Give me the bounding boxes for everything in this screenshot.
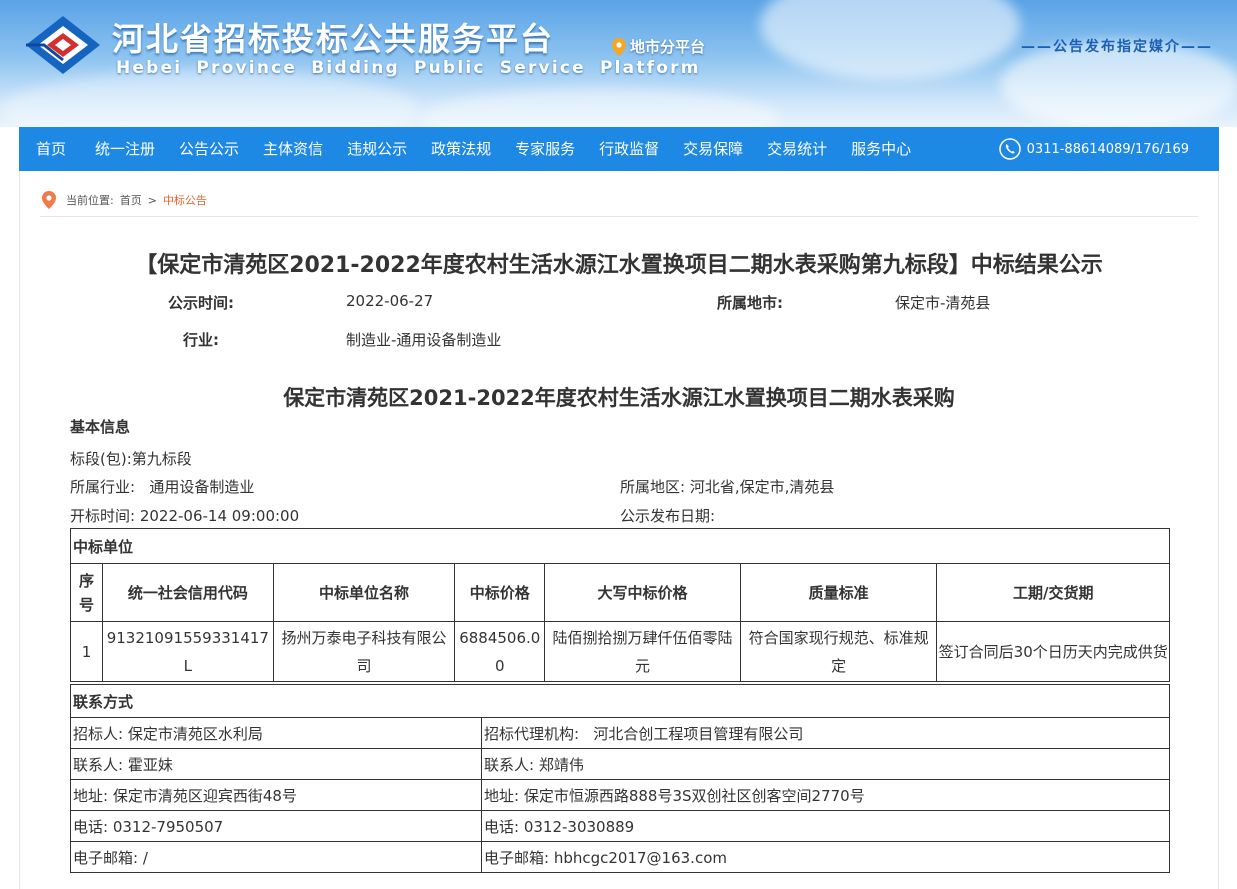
- city-platform-link[interactable]: 地市分平台: [612, 36, 705, 57]
- table-cell: 签订合同后30个日历天内完成供货: [936, 621, 1170, 682]
- region: 所属地市:: [717, 292, 783, 313]
- column-header: 序号: [69, 563, 104, 622]
- industry-value: 制造业-通用设备制造业: [346, 331, 502, 349]
- notice-title: 【保定市清苑区2021-2022年度农村生活水源江水置换项目二期水表采购第九标段…: [135, 253, 1103, 278]
- section-info: 标段(包):第九标段: [70, 450, 192, 468]
- table-cell: 招标代理机构: 河北合创工程项目管理有限公司: [481, 717, 1170, 749]
- location-pin-icon: [612, 37, 626, 56]
- contact-section-title: 联系方式: [70, 684, 1170, 718]
- media-slogan: ——公告发布指定媒介——: [1021, 39, 1213, 55]
- notice-content: 当前位置: 首页 > 中标公告 【保定市清苑区2021-2022年度农村生活水源…: [19, 171, 1219, 889]
- site-title-cn[interactable]: 河北省招标投标公共服务平台: [112, 14, 554, 60]
- table-cell: 1: [69, 621, 104, 682]
- region-label: 所属地市:: [717, 294, 783, 312]
- cloud-decoration: [0, 70, 420, 127]
- industry-label: 行业:: [183, 331, 219, 349]
- hotline-number: 0311-88614089/176/169: [1026, 141, 1189, 157]
- column-header: 工期/交货期: [936, 563, 1170, 622]
- publish-time-value-wrap: 2022-06-27: [346, 292, 433, 310]
- nav-item-policy[interactable]: 政策法规: [419, 127, 503, 171]
- breadcrumb: 当前位置: 首页 > 中标公告: [42, 191, 207, 209]
- publish-time-value: 2022-06-27: [346, 292, 434, 310]
- nav-item-register[interactable]: 统一注册: [83, 127, 167, 171]
- contact-table: 联系方式 招标人: 保定市清苑区水利局 招标代理机构: 河北合创工程项目管理有限…: [70, 684, 1170, 873]
- nav-item-experts[interactable]: 专家服务: [503, 127, 587, 171]
- main-nav: 首页 统一注册 公告公示 主体资信 违规公示 政策法规 专家服务 行政监督 交易…: [19, 127, 1219, 171]
- cloud-decoration: [420, 88, 780, 127]
- column-header: 大写中标价格: [544, 563, 741, 622]
- nav-item-supervision[interactable]: 行政监督: [587, 127, 671, 171]
- table-cell: 电子邮箱: /: [70, 841, 482, 873]
- site-title-en: Hebei Province Bidding Public Service Pl…: [116, 58, 701, 78]
- phone-icon: [998, 138, 1021, 160]
- table-row: 电话: 0312-7950507 电话: 0312-3030889: [70, 810, 1170, 842]
- table-row: 联系人: 霍亚妹 联系人: 郑靖伟: [70, 748, 1170, 780]
- location-pin-icon: [42, 191, 56, 209]
- cloud-decoration: [760, 0, 1020, 80]
- breadcrumb-current[interactable]: 中标公告: [163, 192, 207, 208]
- nav-item-home[interactable]: 首页: [19, 127, 83, 171]
- table-cell: 电话: 0312-3030889: [481, 810, 1170, 842]
- column-header: 中标单位名称: [272, 563, 456, 622]
- city-platform-label: 地市分平台: [630, 38, 706, 56]
- nav-item-statistics[interactable]: 交易统计: [755, 127, 839, 171]
- winner-section-row: 中标单位: [70, 528, 1170, 564]
- nav-item-announcements[interactable]: 公告公示: [167, 127, 251, 171]
- nav-item-guarantee[interactable]: 交易保障: [671, 127, 755, 171]
- table-cell: 地址: 保定市恒源西路888号3S双创社区创客空间2770号: [481, 779, 1170, 811]
- region-value: 保定市-清苑县: [895, 294, 991, 312]
- industry-info: 所属行业: 通用设备制造业: [70, 478, 255, 496]
- table-cell: 电话: 0312-7950507: [70, 810, 482, 842]
- divider: [40, 216, 1198, 217]
- column-header: 中标价格: [454, 563, 546, 622]
- publish-time: 公示时间:: [168, 292, 234, 313]
- table-cell: 电子邮箱: hbhcgc2017@163.com: [481, 841, 1170, 873]
- region-value-wrap: 保定市-清苑县: [895, 292, 990, 313]
- nav-item-violations[interactable]: 违规公示: [335, 127, 419, 171]
- document-title: 保定市清苑区2021-2022年度农村生活水源江水置换项目二期水表采购: [283, 386, 955, 410]
- table-cell: 6884506.00: [454, 621, 546, 682]
- table-cell: 联系人: 霍亚妹: [70, 748, 482, 780]
- platform-logo[interactable]: [24, 14, 102, 76]
- winner-section-title: 中标单位: [70, 528, 1170, 564]
- column-header: 质量标准: [739, 563, 938, 622]
- table-row: 地址: 保定市清苑区迎宾西街48号 地址: 保定市恒源西路888号3S双创社区创…: [70, 779, 1170, 811]
- table-row: 招标人: 保定市清苑区水利局 招标代理机构: 河北合创工程项目管理有限公司: [70, 717, 1170, 749]
- open-time-info: 开标时间: 2022-06-14 09:00:00: [70, 507, 300, 525]
- breadcrumb-prefix: 当前位置:: [66, 194, 114, 207]
- table-cell: 符合国家现行规范、标准规定: [739, 621, 938, 682]
- site-header: 河北省招标投标公共服务平台 Hebei Province Bidding Pub…: [0, 0, 1237, 127]
- table-cell: 地址: 保定市清苑区迎宾西街48号: [70, 779, 482, 811]
- hotline: 0311-88614089/176/169: [998, 138, 1219, 160]
- table-cell: 扬州万泰电子科技有限公司: [272, 621, 456, 682]
- winner-header-row: 序号 统一社会信用代码 中标单位名称 中标价格 大写中标价格 质量标准 工期/交…: [69, 563, 1170, 622]
- winner-table: 中标单位 序号 统一社会信用代码 中标单位名称 中标价格 大写中标价格 质量标准…: [69, 528, 1170, 682]
- table-row: 电子邮箱: / 电子邮箱: hbhcgc2017@163.com: [70, 841, 1170, 873]
- industry: 行业:: [183, 329, 219, 350]
- area-info: 所属地区: 河北省,保定市,清苑县: [620, 478, 835, 496]
- basic-info-heading: 基本信息: [70, 418, 131, 436]
- column-header: 统一社会信用代码: [102, 563, 274, 622]
- table-cell: 91321091559331417L: [102, 621, 274, 682]
- industry-value-wrap: 制造业-通用设备制造业: [346, 329, 501, 350]
- table-cell: 招标人: 保定市清苑区水利局: [70, 717, 482, 749]
- nav-item-service[interactable]: 服务中心: [839, 127, 923, 171]
- breadcrumb-separator: >: [147, 193, 157, 207]
- table-cell: 陆佰捌拾捌万肆仟伍佰零陆元: [544, 621, 741, 682]
- table-row: 1 91321091559331417L 扬州万泰电子科技有限公司 688450…: [69, 621, 1170, 682]
- breadcrumb-home[interactable]: 首页: [120, 192, 142, 208]
- table-cell: 联系人: 郑靖伟: [481, 748, 1170, 780]
- nav-item-credit[interactable]: 主体资信: [251, 127, 335, 171]
- publish-date-info: 公示发布日期:: [620, 507, 716, 525]
- contact-section-row: 联系方式: [70, 684, 1170, 718]
- publish-time-label: 公示时间:: [168, 294, 234, 312]
